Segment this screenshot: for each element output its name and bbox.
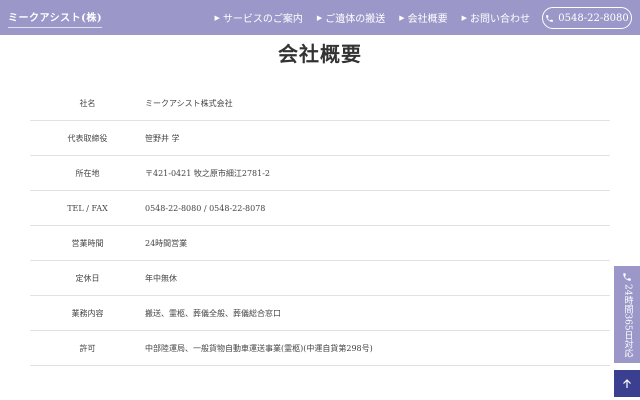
row-value: 0548-22-8080 / 0548-22-8078 xyxy=(145,203,266,213)
nav-item-transport[interactable]: ▶ ご遺体の搬送 xyxy=(316,10,386,26)
table-row: 定休日 年中無休 xyxy=(30,261,610,296)
page-title: 会社概要 xyxy=(278,42,362,66)
table-row: 代表取締役 笹野井 学 xyxy=(30,121,610,156)
row-label: 許可 xyxy=(79,343,96,353)
phone-button[interactable]: 0548-22-8080 xyxy=(542,7,632,29)
phone-icon xyxy=(623,273,631,281)
back-to-top-button[interactable] xyxy=(614,370,640,397)
site-header: ミークアシスト(株) ▶ サービスのご案内 ▶ ご遺体の搬送 ▶ 会社概要 ▶ … xyxy=(0,0,640,35)
chevron-right-icon: ▶ xyxy=(399,13,405,22)
chevron-right-icon: ▶ xyxy=(214,13,220,22)
table-row: 業務内容 搬送、霊柩、葬儀全般、葬儀総合窓口 xyxy=(30,296,610,331)
phone-icon xyxy=(546,14,554,22)
phone-side-tab[interactable]: 24時間365日対応 xyxy=(614,266,640,363)
nav-item-contact[interactable]: ▶ お問い合わせ xyxy=(461,10,530,26)
row-value: 〒421-0421 牧之原市細江2781-2 xyxy=(145,168,271,178)
table-row: 許可 中部陸運局、一般貨物自動車運送事業(霊柩)(中運自貨第298号) xyxy=(30,331,610,366)
chevron-right-icon: ▶ xyxy=(461,13,467,22)
row-value: 搬送、霊柩、葬儀全般、葬儀総合窓口 xyxy=(145,308,281,318)
row-label: TEL / FAX xyxy=(67,203,108,213)
row-label: 業務内容 xyxy=(71,308,104,318)
site-logo[interactable]: ミークアシスト(株) xyxy=(8,9,103,28)
row-label: 営業時間 xyxy=(71,238,104,248)
nav-item-label: 会社概要 xyxy=(407,14,448,25)
nav-item-label: ご遺体の搬送 xyxy=(325,14,386,25)
row-value: 中部陸運局、一般貨物自動車運送事業(霊柩)(中運自貨第298号) xyxy=(145,343,373,353)
nav-item-label: サービスのご案内 xyxy=(222,14,303,25)
arrow-up-icon xyxy=(623,378,631,388)
row-label: 所在地 xyxy=(75,168,100,178)
row-value: ミークアシスト株式会社 xyxy=(145,98,233,108)
chevron-right-icon: ▶ xyxy=(316,13,323,22)
row-label: 定休日 xyxy=(75,273,100,283)
row-value: 24時間営業 xyxy=(145,238,188,248)
nav-item-label: お問い合わせ xyxy=(470,14,530,25)
table-row: 所在地 〒421-0421 牧之原市細江2781-2 xyxy=(30,156,610,191)
row-value: 笹野井 学 xyxy=(145,133,180,143)
phone-number: 0548-22-8080 xyxy=(558,12,629,24)
company-info-table: 社名 ミークアシスト株式会社 代表取締役 笹野井 学 所在地 〒421-0421… xyxy=(30,86,610,366)
row-value: 年中無休 xyxy=(145,273,177,283)
nav-item-company[interactable]: ▶ 会社概要 xyxy=(399,10,448,26)
table-row: 社名 ミークアシスト株式会社 xyxy=(30,86,610,121)
row-label: 社名 xyxy=(79,98,96,108)
main-nav: ▶ サービスのご案内 ▶ ご遺体の搬送 ▶ 会社概要 ▶ お問い合わせ xyxy=(214,0,530,35)
table-row: TEL / FAX 0548-22-8080 / 0548-22-8078 xyxy=(30,191,610,226)
row-label: 代表取締役 xyxy=(67,133,108,143)
nav-item-services[interactable]: ▶ サービスのご案内 xyxy=(214,10,303,26)
table-row: 営業時間 24時間営業 xyxy=(30,226,610,261)
side-tab-text: 24時間365日対応 xyxy=(622,284,633,358)
